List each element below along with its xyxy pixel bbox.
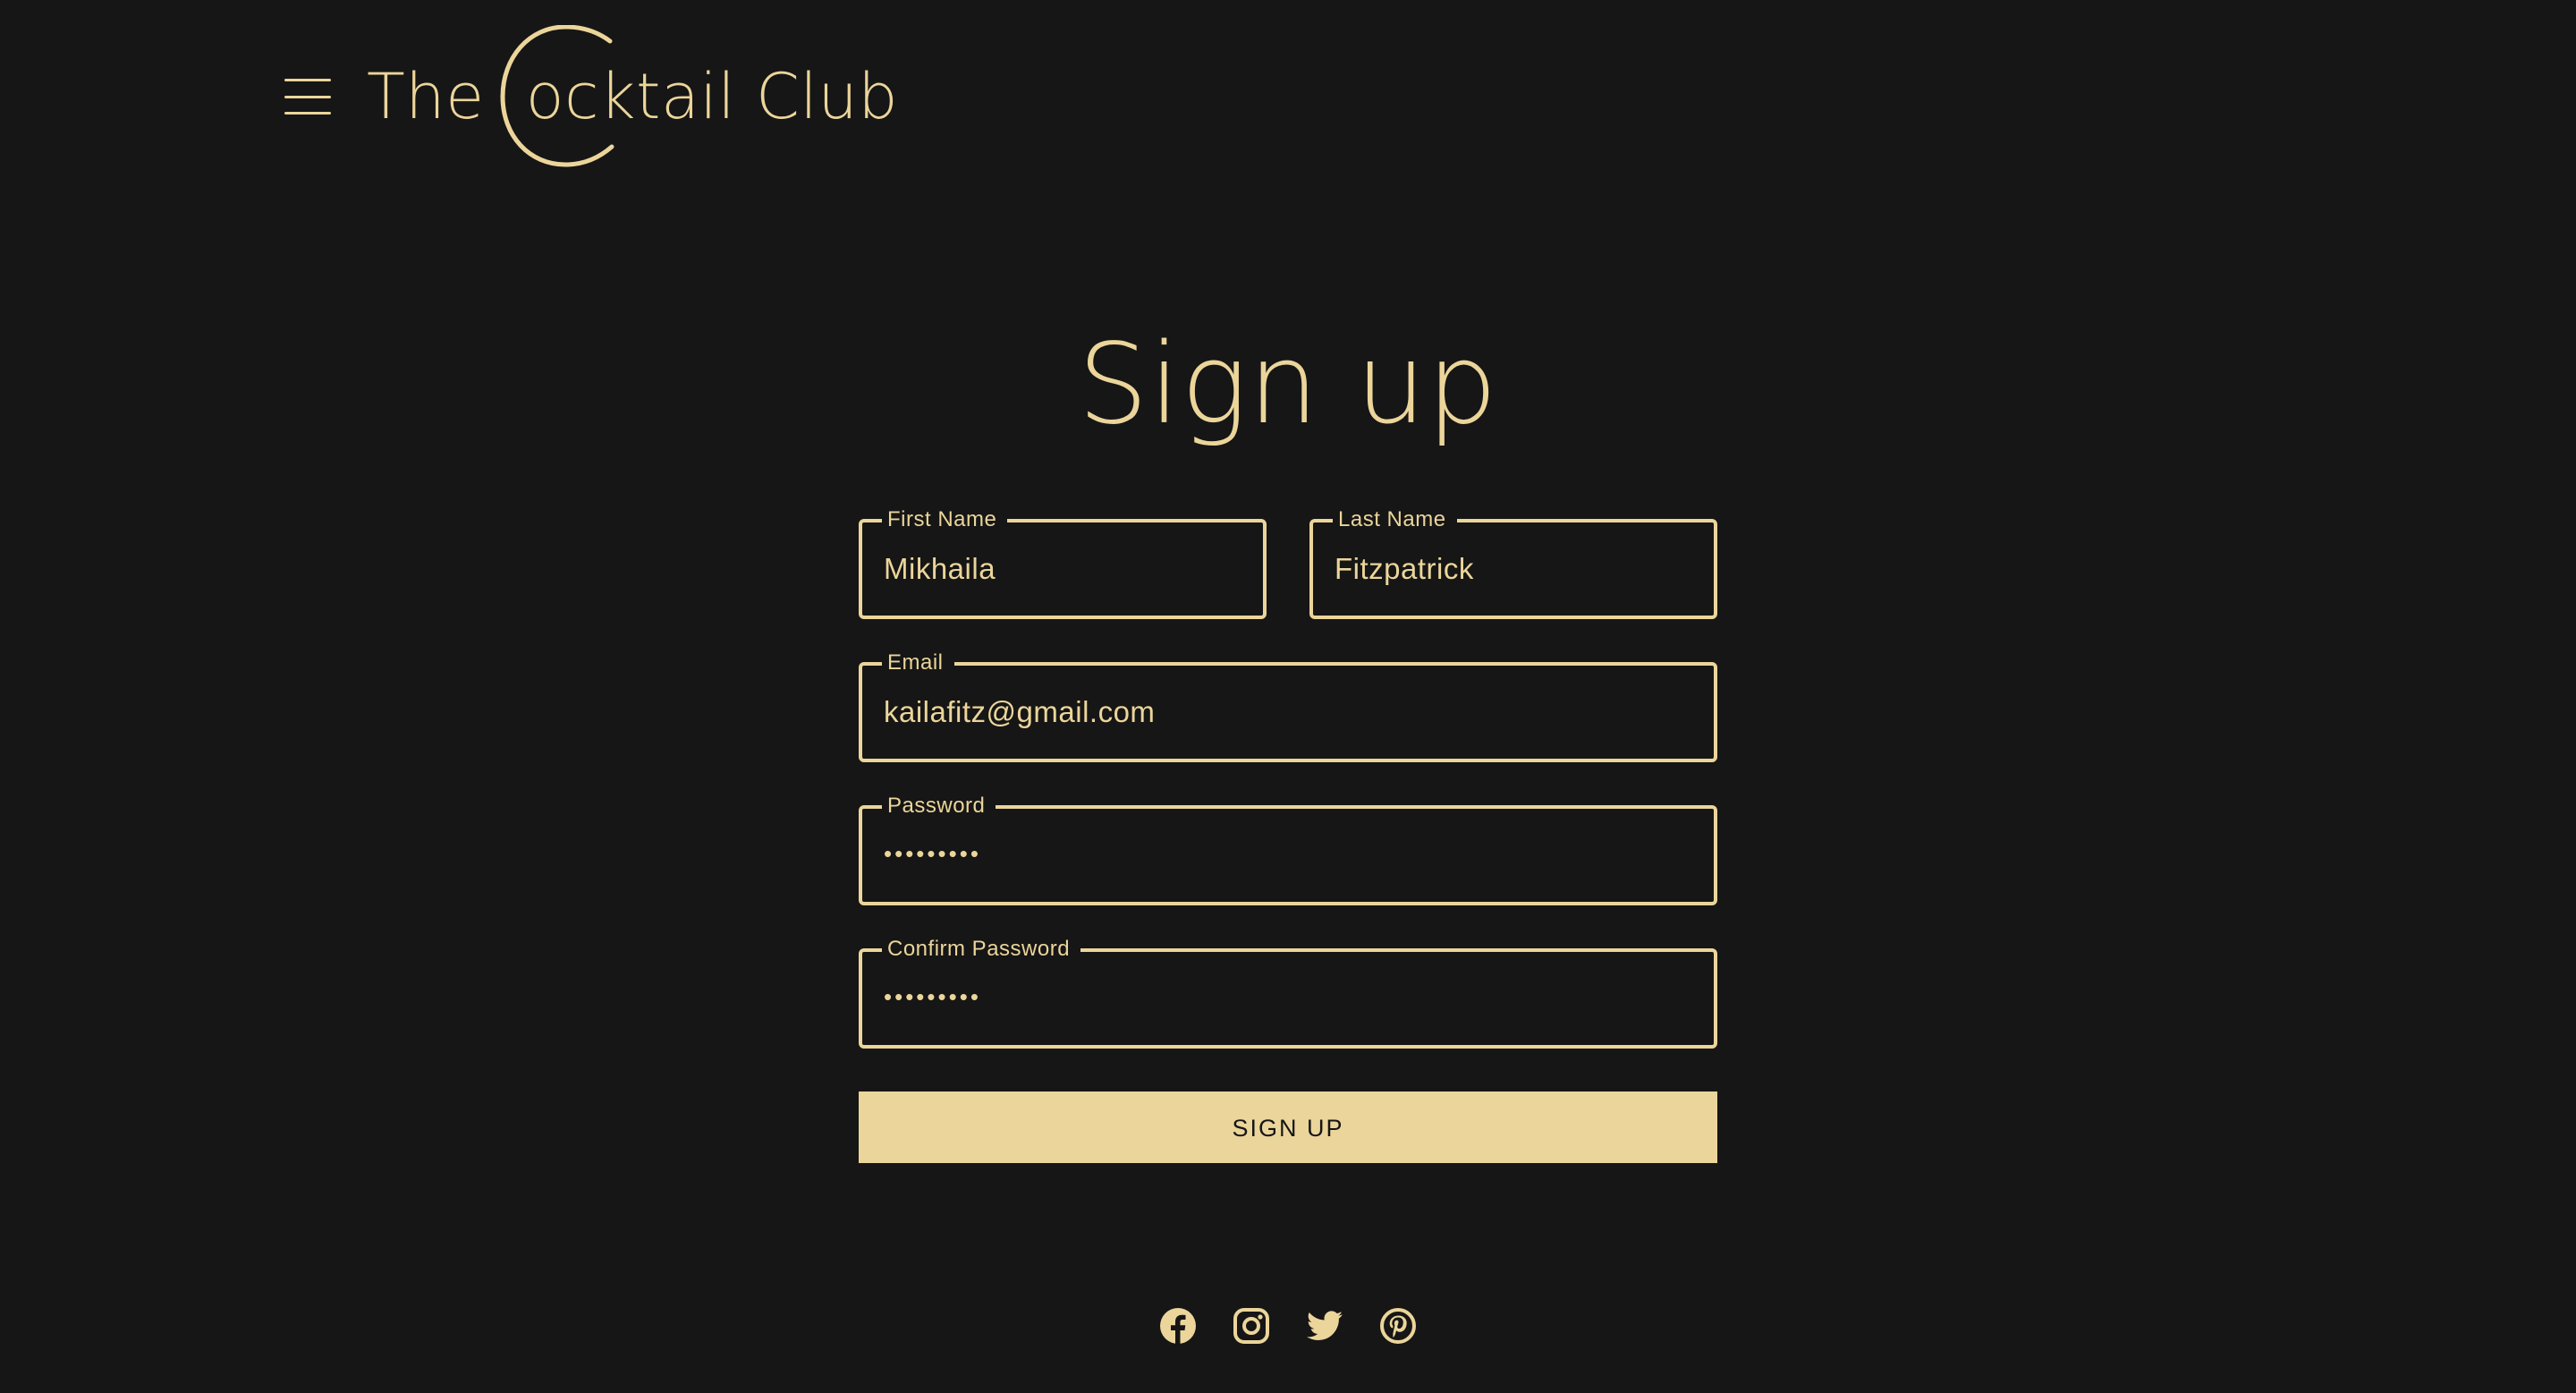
- email-row: Email kailafitz@gmail.com: [859, 650, 1717, 762]
- logo-big-c: [496, 25, 630, 168]
- last-name-value[interactable]: Fitzpatrick: [1335, 522, 1474, 616]
- menu-bar: [284, 79, 331, 81]
- social-links: [0, 1307, 2576, 1345]
- menu-bar: [284, 112, 331, 115]
- site-header: The ocktail Club: [284, 25, 898, 168]
- signup-form: First Name Mikhaila Last Name Fitzpatric…: [859, 506, 1717, 1163]
- first-name-value[interactable]: Mikhaila: [884, 522, 996, 616]
- password-field[interactable]: Password •••••••••: [859, 793, 1717, 905]
- confirm-password-field[interactable]: Confirm Password •••••••••: [859, 936, 1717, 1049]
- confirm-password-value[interactable]: •••••••••: [884, 950, 981, 1043]
- password-value[interactable]: •••••••••: [884, 807, 981, 900]
- last-name-field[interactable]: Last Name Fitzpatrick: [1309, 506, 1717, 619]
- instagram-icon[interactable]: [1233, 1307, 1270, 1345]
- logo-word-the: The: [367, 60, 485, 133]
- email-field[interactable]: Email kailafitz@gmail.com: [859, 650, 1717, 762]
- hamburger-menu-icon[interactable]: [284, 79, 331, 115]
- site-logo[interactable]: The ocktail Club: [367, 25, 898, 168]
- menu-bar: [284, 95, 331, 98]
- logo-c-glyph: [500, 25, 614, 167]
- name-row: First Name Mikhaila Last Name Fitzpatric…: [859, 506, 1717, 619]
- pinterest-icon[interactable]: [1379, 1307, 1417, 1345]
- page-title: Sign up: [1078, 320, 1498, 449]
- confirm-password-row: Confirm Password •••••••••: [859, 936, 1717, 1049]
- password-row: Password •••••••••: [859, 793, 1717, 905]
- facebook-icon[interactable]: [1159, 1307, 1197, 1345]
- twitter-icon[interactable]: [1306, 1307, 1343, 1345]
- first-name-field[interactable]: First Name Mikhaila: [859, 506, 1267, 619]
- sign-up-button[interactable]: SIGN UP: [859, 1091, 1717, 1163]
- email-value[interactable]: kailafitz@gmail.com: [884, 666, 1155, 759]
